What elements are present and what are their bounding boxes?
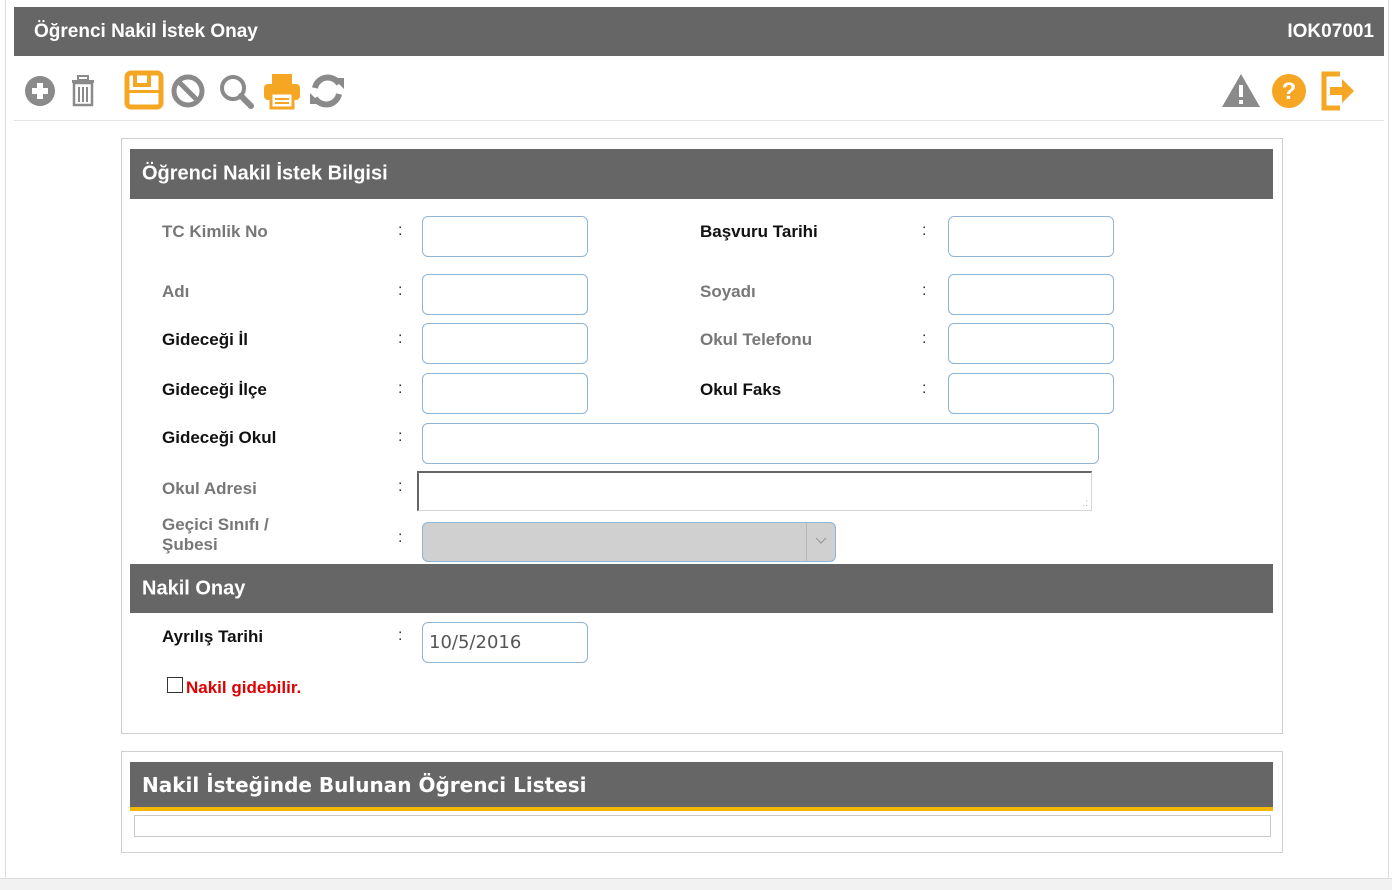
page-title: Öğrenci Nakil İstek Onay bbox=[34, 21, 258, 42]
departure-date-label: Ayrılış Tarihi bbox=[162, 627, 264, 646]
student-list-panel: Nakil İsteğinde Bulunan Öğrenci Listesi bbox=[121, 751, 1283, 853]
school-address-label: Okul Adresi bbox=[162, 479, 257, 498]
colon: : bbox=[398, 529, 403, 546]
colon: : bbox=[398, 330, 403, 347]
tc-no-input[interactable] bbox=[422, 216, 588, 257]
list-section-title: Nakil İsteğinde Bulunan Öğrenci Listesi bbox=[142, 772, 587, 797]
toolbar: ? bbox=[14, 60, 1384, 121]
request-panel: Öğrenci Nakil İstek Bilgisi TC Kimlik No… bbox=[121, 138, 1283, 734]
colon: : bbox=[398, 282, 403, 299]
search-icon[interactable] bbox=[214, 68, 260, 114]
cancel-icon[interactable] bbox=[168, 68, 214, 114]
approval-section-header: Nakil Onay bbox=[130, 564, 1273, 613]
warning-icon[interactable] bbox=[1220, 68, 1266, 114]
target-school-input[interactable] bbox=[422, 423, 1099, 464]
application-date-label: Başvuru Tarihi bbox=[700, 222, 818, 241]
request-section-title: Öğrenci Nakil İstek Bilgisi bbox=[142, 162, 388, 185]
target-city-label: Gideceği İl bbox=[162, 330, 248, 349]
departure-date-input[interactable] bbox=[422, 622, 588, 663]
request-section-header: Öğrenci Nakil İstek Bilgisi bbox=[130, 149, 1273, 199]
colon: : bbox=[922, 282, 927, 299]
transfer-checkbox-label[interactable]: Nakil gidebilir. bbox=[186, 678, 301, 698]
school-fax-label: Okul Faks bbox=[700, 380, 782, 399]
target-district-input[interactable] bbox=[422, 373, 588, 414]
target-school-label: Gideceği Okul bbox=[162, 428, 277, 447]
school-fax-input[interactable] bbox=[948, 373, 1114, 414]
name-label: Adı bbox=[162, 282, 190, 301]
target-city-input[interactable] bbox=[422, 323, 588, 364]
resize-grip-icon[interactable]: .: bbox=[1082, 499, 1088, 509]
colon: : bbox=[922, 222, 927, 239]
list-section-header: Nakil İsteğinde Bulunan Öğrenci Listesi bbox=[130, 762, 1273, 811]
transfer-checkbox[interactable] bbox=[167, 677, 183, 693]
school-phone-input[interactable] bbox=[948, 323, 1114, 364]
school-phone-label: Okul Telefonu bbox=[700, 330, 813, 349]
save-icon[interactable] bbox=[122, 68, 168, 114]
refresh-icon[interactable] bbox=[306, 68, 352, 114]
temp-class-label-line2: Şubesi bbox=[162, 535, 218, 554]
colon: : bbox=[398, 428, 403, 445]
screen-code: IOK07001 bbox=[1287, 21, 1374, 42]
name-input[interactable] bbox=[422, 274, 588, 315]
exit-icon[interactable] bbox=[1316, 68, 1362, 114]
student-list-table bbox=[134, 815, 1271, 837]
colon: : bbox=[922, 380, 927, 397]
help-icon[interactable]: ? bbox=[1268, 68, 1314, 114]
colon: : bbox=[398, 222, 403, 239]
surname-input[interactable] bbox=[948, 274, 1114, 315]
temp-class-label-line1: Geçici Sınıfı / bbox=[162, 515, 269, 534]
svg-text:?: ? bbox=[1282, 78, 1297, 105]
print-icon[interactable] bbox=[260, 68, 306, 114]
surname-label: Soyadı bbox=[700, 282, 756, 301]
bottom-strip bbox=[0, 878, 1392, 890]
chevron-down-icon[interactable] bbox=[806, 523, 835, 561]
colon: : bbox=[398, 478, 403, 495]
target-district-label: Gideceği İlçe bbox=[162, 380, 267, 399]
colon: : bbox=[398, 380, 403, 397]
delete-icon[interactable] bbox=[64, 68, 110, 114]
temp-class-select[interactable] bbox=[422, 522, 836, 562]
title-bar: Öğrenci Nakil İstek Onay IOK07001 bbox=[14, 7, 1384, 56]
application-date-input[interactable] bbox=[948, 216, 1114, 257]
colon: : bbox=[922, 330, 927, 347]
school-address-textarea[interactable]: .: bbox=[417, 471, 1092, 511]
tc-no-label: TC Kimlik No bbox=[162, 222, 268, 241]
temp-class-label: Geçici Sınıfı / Şubesi bbox=[162, 515, 269, 555]
colon: : bbox=[398, 627, 403, 644]
approval-section-title: Nakil Onay bbox=[142, 577, 246, 599]
